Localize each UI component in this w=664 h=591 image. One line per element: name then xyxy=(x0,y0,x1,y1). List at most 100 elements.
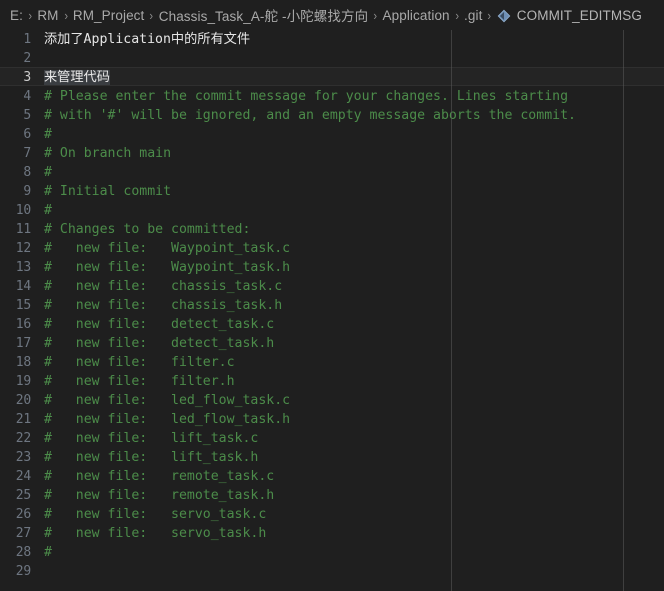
line-number: 24 xyxy=(15,469,31,484)
line-text[interactable]: # new file: filter.h xyxy=(44,372,664,391)
line-text[interactable]: # Initial commit xyxy=(44,182,664,201)
breadcrumb-item-1[interactable]: E: xyxy=(9,7,24,24)
line-number: 6 xyxy=(23,127,31,142)
line-number: 15 xyxy=(15,298,31,313)
line-number: 18 xyxy=(15,355,31,370)
line-text[interactable]: # new file: detect_task.c xyxy=(44,315,664,334)
breadcrumb-item-6[interactable]: .git xyxy=(463,7,483,24)
line-text[interactable]: # new file: lift_task.c xyxy=(44,429,664,448)
code-line[interactable]: 10 # xyxy=(0,201,664,220)
code-lines[interactable]: 1 添加了Application中的所有文件 2 3 来管理代码 4 # Please en… xyxy=(0,30,664,581)
code-line[interactable]: 27 # new file: servo_task.h xyxy=(0,524,664,543)
line-number: 27 xyxy=(15,526,31,541)
code-line[interactable]: 24 # new file: remote_task.c xyxy=(0,467,664,486)
breadcrumb-item-2[interactable]: RM xyxy=(36,7,59,24)
code-line[interactable]: 8 # xyxy=(0,163,664,182)
code-line[interactable]: 25 # new file: remote_task.h xyxy=(0,486,664,505)
line-number: 23 xyxy=(15,450,31,465)
line-number: 26 xyxy=(15,507,31,522)
code-line[interactable]: 17 # new file: detect_task.h xyxy=(0,334,664,353)
code-line[interactable]: 28 # xyxy=(0,543,664,562)
code-editor[interactable]: 1 添加了Application中的所有文件 2 3 来管理代码 4 # Please en… xyxy=(0,30,664,591)
line-text[interactable]: # Changes to be committed: xyxy=(44,220,664,239)
code-line[interactable]: 13 # new file: Waypoint_task.h xyxy=(0,258,664,277)
line-text[interactable]: # new file: filter.c xyxy=(44,353,664,372)
line-number: 16 xyxy=(15,317,31,332)
line-text[interactable]: # new file: chassis_task.c xyxy=(44,277,664,296)
breadcrumb-separator-icon: › xyxy=(487,7,492,23)
breadcrumb-separator-icon: › xyxy=(149,7,154,23)
code-line[interactable]: 11 # Changes to be committed: xyxy=(0,220,664,239)
code-line[interactable]: 21 # new file: led_flow_task.h xyxy=(0,410,664,429)
code-line[interactable]: 16 # new file: detect_task.c xyxy=(0,315,664,334)
breadcrumb-separator-icon: › xyxy=(28,7,32,23)
line-text[interactable]: # new file: servo_task.h xyxy=(44,524,664,543)
breadcrumb-item-5[interactable]: Application xyxy=(382,7,451,24)
line-text[interactable]: # new file: remote_task.c xyxy=(44,467,664,486)
line-text[interactable] xyxy=(44,49,664,68)
code-line[interactable]: 7 # On branch main xyxy=(0,144,664,163)
line-text[interactable]: # new file: detect_task.h xyxy=(44,334,664,353)
line-number: 22 xyxy=(15,431,31,446)
code-line[interactable]: 5 # with '#' will be ignored, and an empt… xyxy=(0,106,664,125)
line-number: 4 xyxy=(23,89,31,104)
code-line[interactable]: 14 # new file: chassis_task.c xyxy=(0,277,664,296)
line-number: 13 xyxy=(15,260,31,275)
line-text[interactable]: # new file: servo_task.c xyxy=(44,505,664,524)
code-line[interactable]: 2 xyxy=(0,49,664,68)
line-text[interactable]: # xyxy=(44,125,664,144)
breadcrumb-separator-icon: › xyxy=(63,7,68,23)
code-line[interactable]: 29 xyxy=(0,562,664,581)
breadcrumb-separator-icon: › xyxy=(373,7,378,23)
line-text[interactable]: # xyxy=(44,201,664,220)
code-line[interactable]: 4 # Please enter the commit message for y… xyxy=(0,87,664,106)
code-line[interactable]: 18 # new file: filter.c xyxy=(0,353,664,372)
code-line[interactable]: 15 # new file: chassis_task.h xyxy=(0,296,664,315)
breadcrumb-item-4[interactable]: Chassis_Task_A-舵 -小陀螺找方向 xyxy=(158,4,369,26)
line-text[interactable]: # with '#' will be ignored, and an empty… xyxy=(44,106,664,125)
line-number: 1 xyxy=(23,32,31,47)
code-line[interactable]: 20 # new file: led_flow_task.c xyxy=(0,391,664,410)
line-text[interactable] xyxy=(44,562,664,581)
breadcrumb-item-3[interactable]: RM_Project xyxy=(72,7,146,24)
line-text[interactable]: 来管理代码 xyxy=(44,68,664,87)
code-line[interactable]: 26 # new file: servo_task.c xyxy=(0,505,664,524)
line-number: 20 xyxy=(15,393,31,408)
line-text[interactable]: # new file: lift_task.h xyxy=(44,448,664,467)
line-text[interactable]: # new file: led_flow_task.c xyxy=(44,391,664,410)
line-number: 3 xyxy=(23,70,31,85)
line-number: 17 xyxy=(15,336,31,351)
breadcrumb-separator-icon: › xyxy=(454,7,459,23)
line-number: 5 xyxy=(23,108,31,123)
line-number: 8 xyxy=(23,165,31,180)
line-text[interactable]: # xyxy=(44,163,664,182)
line-number: 2 xyxy=(23,51,31,66)
line-number: 12 xyxy=(15,241,31,256)
code-line[interactable]: 3 来管理代码 xyxy=(0,68,664,87)
line-text[interactable]: 添加了Application中的所有文件 xyxy=(44,30,664,49)
line-text[interactable]: # new file: remote_task.h xyxy=(44,486,664,505)
code-line[interactable]: 6 # xyxy=(0,125,664,144)
code-line[interactable]: 23 # new file: lift_task.h xyxy=(0,448,664,467)
code-line[interactable]: 22 # new file: lift_task.c xyxy=(0,429,664,448)
git-file-diamond-icon xyxy=(496,8,512,24)
code-line[interactable]: 9 # Initial commit xyxy=(0,182,664,201)
code-line[interactable]: 1 添加了Application中的所有文件 xyxy=(0,30,664,49)
line-text[interactable]: # new file: led_flow_task.h xyxy=(44,410,664,429)
line-number: 19 xyxy=(15,374,31,389)
line-number: 29 xyxy=(15,564,31,579)
line-text[interactable]: # new file: Waypoint_task.h xyxy=(44,258,664,277)
line-number: 25 xyxy=(15,488,31,503)
line-text[interactable]: # On branch main xyxy=(44,144,664,163)
line-number: 14 xyxy=(15,279,31,294)
code-line[interactable]: 12 # new file: Waypoint_task.c xyxy=(0,239,664,258)
code-line[interactable]: 19 # new file: filter.h xyxy=(0,372,664,391)
line-text[interactable]: # new file: chassis_task.h xyxy=(44,296,664,315)
line-text[interactable]: # Please enter the commit message for yo… xyxy=(44,87,664,106)
line-number: 10 xyxy=(15,203,31,218)
line-text[interactable]: # xyxy=(44,543,664,562)
breadcrumb-item-7[interactable]: COMMIT_EDITMSG xyxy=(516,7,643,24)
breadcrumb[interactable]: E: › RM › RM_Project › Chassis_Task_A-舵 -小陀螺找方… xyxy=(0,0,664,30)
line-text[interactable]: # new file: Waypoint_task.c xyxy=(44,239,664,258)
line-number: 28 xyxy=(15,545,31,560)
